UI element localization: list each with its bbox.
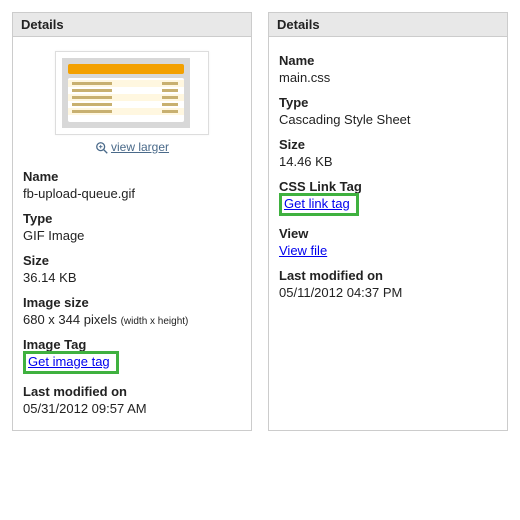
- panel-body: Name main.css Type Cascading Style Sheet…: [269, 37, 507, 314]
- view-larger-row: view larger: [23, 139, 241, 155]
- details-panel-left: Details: [12, 12, 252, 431]
- css-link-tag-label: CSS Link Tag: [279, 179, 497, 194]
- image-size-label: Image size: [23, 295, 241, 310]
- size-label: Size: [23, 253, 241, 268]
- get-image-tag-link[interactable]: Get image tag: [28, 354, 110, 369]
- size-value: 14.46 KB: [279, 154, 497, 169]
- highlight-box: Get link tag: [279, 193, 359, 216]
- view-larger-link[interactable]: view larger: [111, 140, 169, 154]
- name-label: Name: [23, 169, 241, 184]
- css-link-tag-value: Get link tag: [279, 196, 497, 216]
- modified-value: 05/11/2012 04:37 PM: [279, 285, 497, 300]
- name-value: fb-upload-queue.gif: [23, 186, 241, 201]
- type-value: GIF Image: [23, 228, 241, 243]
- view-label: View: [279, 226, 497, 241]
- get-link-tag-link[interactable]: Get link tag: [284, 196, 350, 211]
- image-size-note: (width x height): [121, 316, 189, 327]
- image-tag-value: Get image tag: [23, 354, 241, 374]
- type-label: Type: [279, 95, 497, 110]
- type-label: Type: [23, 211, 241, 226]
- size-label: Size: [279, 137, 497, 152]
- image-size-text: 680 x 344 pixels: [23, 312, 117, 327]
- thumbnail-frame: [55, 51, 209, 135]
- modified-label: Last modified on: [279, 268, 497, 283]
- modified-value: 05/31/2012 09:57 AM: [23, 401, 241, 416]
- image-tag-label: Image Tag: [23, 337, 241, 352]
- thumbnail-image: [62, 58, 190, 128]
- details-panel-right: Details Name main.css Type Cascading Sty…: [268, 12, 508, 431]
- modified-label: Last modified on: [23, 384, 241, 399]
- type-value: Cascading Style Sheet: [279, 112, 497, 127]
- highlight-box: Get image tag: [23, 351, 119, 374]
- magnify-icon: [95, 141, 109, 155]
- size-value: 36.14 KB: [23, 270, 241, 285]
- panel-body: view larger Name fb-upload-queue.gif Typ…: [13, 37, 251, 430]
- view-value: View file: [279, 243, 497, 258]
- panel-header: Details: [269, 13, 507, 37]
- panel-header: Details: [13, 13, 251, 37]
- name-label: Name: [279, 53, 497, 68]
- view-file-link[interactable]: View file: [279, 243, 327, 258]
- name-value: main.css: [279, 70, 497, 85]
- image-size-value: 680 x 344 pixels (width x height): [23, 312, 241, 327]
